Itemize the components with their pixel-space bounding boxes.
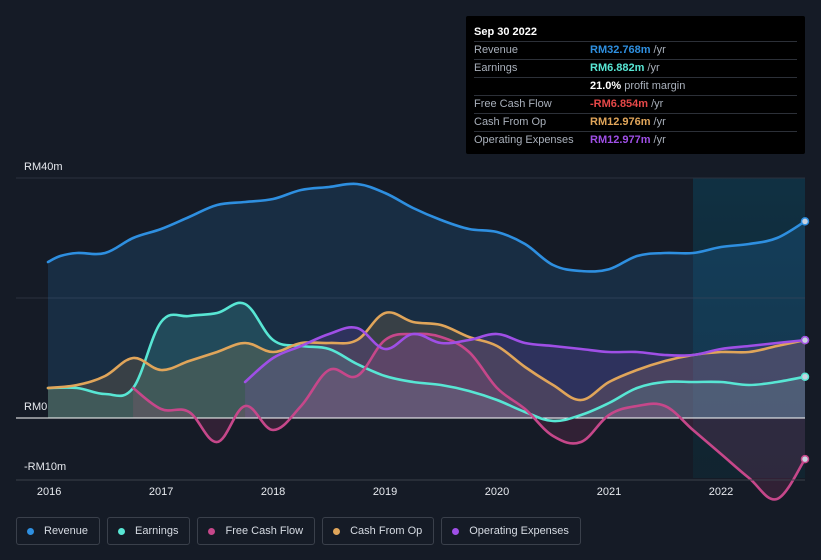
tooltip-row-value: -RM6.854m — [590, 98, 649, 110]
legend-item-revenue[interactable]: Revenue — [16, 517, 101, 545]
tooltip-row: Revenue RM32.768m/yr — [474, 41, 797, 59]
tooltip-row-value: RM12.976m — [590, 116, 651, 128]
x-tick-label: 2016 — [37, 486, 61, 498]
legend-item-cash-from-op[interactable]: Cash From Op — [322, 517, 435, 545]
legend-dot-icon — [118, 527, 126, 535]
tooltip-row-value: 21.0% — [590, 80, 622, 92]
legend-label: Cash From Op — [350, 525, 423, 537]
tooltip-row-unit: profit margin — [624, 80, 686, 92]
x-tick-label: 2020 — [485, 486, 509, 498]
x-tick-label: 2022 — [709, 486, 733, 498]
tooltip-row: 21.0% profit margin — [474, 77, 797, 95]
legend-label: Revenue — [44, 525, 89, 537]
legend-item-operating-expenses[interactable]: Operating Expenses — [441, 517, 581, 545]
legend-dot-icon — [27, 527, 34, 535]
tooltip-row-unit: /yr — [651, 98, 664, 110]
tooltip-row: Earnings RM6.882m/yr — [474, 59, 797, 77]
tooltip-row-label: Earnings — [474, 62, 518, 74]
tooltip-row-label: Cash From Op — [474, 116, 547, 128]
tooltip-row-unit: /yr — [653, 134, 666, 146]
x-tick-label: 2019 — [373, 486, 397, 498]
chart-legend: Revenue Earnings Free Cash Flow Cash From O… — [16, 517, 581, 545]
data-tooltip: Sep 30 2022 Revenue RM32.768m/yr Earnings R… — [466, 16, 805, 154]
tooltip-row: Free Cash Flow -RM6.854m/yr — [474, 95, 797, 113]
x-tick-label: 2018 — [261, 486, 285, 498]
legend-label: Operating Expenses — [469, 525, 569, 537]
earnings-end-point — [800, 372, 810, 381]
legend-dot-icon — [333, 527, 341, 535]
legend-dot-icon — [208, 527, 216, 535]
y-tick-label: RM40m — [24, 161, 63, 173]
legend-label: Earnings — [135, 525, 179, 537]
tooltip-rows: Revenue RM32.768m/yr Earnings RM6.882m/yr 21… — [474, 41, 797, 149]
legend-label: Free Cash Flow — [225, 525, 304, 537]
x-tick-label: 2017 — [149, 486, 173, 498]
legend-item-earnings[interactable]: Earnings — [107, 517, 191, 545]
tooltip-row-label: Revenue — [474, 44, 519, 56]
tooltip-row-value: RM32.768m — [590, 44, 651, 56]
y-tick-label: RM0 — [24, 401, 47, 413]
tooltip-row-unit: /yr — [653, 44, 666, 56]
legend-dot-icon — [452, 527, 460, 535]
tooltip-date: Sep 30 2022 — [474, 26, 537, 38]
tooltip-row-label: Free Cash Flow — [474, 98, 552, 110]
tooltip-row: Cash From Op RM12.976m/yr — [474, 113, 797, 131]
tooltip-row: Operating Expenses RM12.977m/yr — [474, 131, 797, 149]
free-cash-flow-end-point — [800, 454, 810, 464]
legend-item-free-cash-flow[interactable]: Free Cash Flow — [197, 517, 316, 545]
tooltip-row-label: Operating Expenses — [474, 134, 574, 146]
y-tick-label: -RM10m — [24, 461, 66, 473]
series-areas — [48, 183, 806, 500]
x-axis: 2016 2017 2018 2019 2020 2021 2022 — [37, 486, 733, 498]
x-tick-label: 2021 — [597, 486, 621, 498]
operating-expenses-end-point — [800, 335, 810, 345]
tooltip-row-unit: /yr — [647, 62, 660, 74]
tooltip-row-value: RM6.882m — [590, 62, 645, 74]
tooltip-row-label — [474, 78, 590, 95]
revenue-end-point — [800, 217, 810, 226]
tooltip-row-value: RM12.977m — [590, 134, 651, 146]
tooltip-row-unit: /yr — [653, 116, 666, 128]
